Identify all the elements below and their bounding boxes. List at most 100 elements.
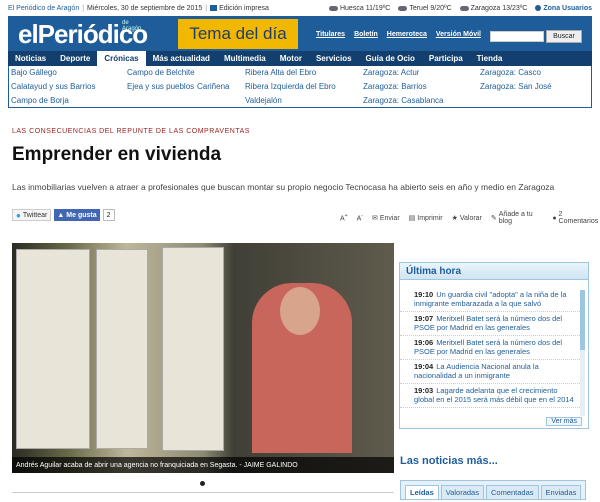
- print-button[interactable]: ▤ Imprimir: [409, 214, 443, 223]
- main-nav: Noticias Deporte Crónicas Más actualidad…: [8, 51, 592, 66]
- facebook-label: Me gusta: [66, 211, 97, 219]
- scrollbar[interactable]: [580, 290, 585, 416]
- boletin-link[interactable]: Boletín: [354, 31, 378, 38]
- cloud-icon: [398, 5, 408, 11]
- search-input[interactable]: [490, 31, 544, 42]
- comments-link[interactable]: ● 2 Comentarios: [552, 211, 600, 225]
- text-decrease-icon[interactable]: A-: [357, 213, 363, 222]
- facebook-like-button[interactable]: ▲ Me gusta: [54, 209, 100, 221]
- user-zone-link[interactable]: Zona Usuarios: [535, 5, 592, 12]
- search-button[interactable]: Buscar: [546, 30, 582, 43]
- text-increase-icon[interactable]: A+: [340, 213, 348, 222]
- weather-huesca[interactable]: Huesca 11/19ºC: [328, 4, 391, 12]
- date-text: Miércoles, 30 de septiembre de 2015: [87, 4, 203, 12]
- subnav-link[interactable]: Ribera Alta del Ebro: [245, 68, 316, 77]
- list-item[interactable]: 19:04 La Audiencia Nacional anula la naci…: [400, 362, 580, 384]
- version-movil-link[interactable]: Versión Móvil: [436, 31, 481, 38]
- subnav-link[interactable]: Zaragoza: Barrios: [363, 82, 427, 91]
- news-time: 19:04: [414, 362, 434, 371]
- rate-button[interactable]: ★ Valorar: [451, 214, 482, 223]
- tab-leidas[interactable]: Leídas: [405, 485, 439, 499]
- titulares-link[interactable]: Titulares: [316, 31, 345, 38]
- nav-item-tienda[interactable]: Tienda: [470, 51, 510, 66]
- send-button[interactable]: ✉ Enviar: [371, 214, 400, 223]
- subnav-link[interactable]: Campo de Borja: [11, 96, 69, 105]
- ultima-hora-box: Última hora 19:10 Un guardia civil "adopt…: [399, 262, 589, 429]
- hemeroteca-link[interactable]: Hemeroteca: [387, 31, 427, 38]
- thumbs-up-icon: ▲: [57, 211, 65, 219]
- nav-item-guia-ocio[interactable]: Guía de Ocio: [359, 51, 422, 66]
- news-text: Meritxell Batet será la número dos del P…: [414, 314, 563, 332]
- photo-listing-panel: [16, 249, 90, 449]
- list-item[interactable]: 19:03 Lagarde adelanta que el crecimiento…: [400, 386, 580, 408]
- twitter-button[interactable]: ● Twittear: [12, 209, 52, 221]
- subnav-link[interactable]: Cariñena: [197, 82, 229, 91]
- subnav-link[interactable]: Campo de Belchite: [127, 68, 195, 77]
- tema-del-dia-button[interactable]: Tema del día: [178, 19, 298, 49]
- nav-item-deporte[interactable]: Deporte: [53, 51, 97, 66]
- weather-city: Huesca: [339, 4, 364, 12]
- ver-mas-button[interactable]: Ver más: [546, 417, 582, 426]
- separator: |: [82, 4, 85, 12]
- twitter-icon: ●: [16, 210, 21, 220]
- subnav-link[interactable]: Ejea y sus pueblos: [127, 82, 194, 91]
- subnav-link[interactable]: Zaragoza: Casablanca: [363, 96, 444, 105]
- noticias-mas-tabs: Leídas Valoradas Comentadas Enviadas: [400, 480, 586, 500]
- scrollbar-thumb[interactable]: [580, 290, 585, 350]
- facebook-count: 2: [102, 209, 115, 221]
- list-item[interactable]: 19:07 Meritxell Batet será la número dos …: [400, 314, 580, 336]
- news-time: 19:07: [414, 314, 434, 323]
- mail-icon: ✉: [371, 215, 378, 222]
- subnav-link[interactable]: Calatayud y sus Barrios: [11, 82, 95, 91]
- weather-city: Zaragoza: [470, 4, 501, 12]
- photo-person-head: [280, 287, 320, 335]
- nav-item-multimedia[interactable]: Multimedia: [217, 51, 273, 66]
- user-zone-label: Zona Usuarios: [543, 4, 592, 12]
- nav-item-mas-actualidad[interactable]: Más actualidad: [146, 51, 217, 66]
- nav-item-participa[interactable]: Participa: [422, 51, 470, 66]
- weather-temps: 11/19ºC: [365, 4, 391, 12]
- subnav-link[interactable]: Zaragoza: Casco: [480, 68, 541, 77]
- news-time: 19:10: [414, 290, 434, 299]
- rate-label: Valorar: [459, 214, 482, 222]
- article-lead: Las inmobiliarias vuelven a atraer a pro…: [12, 182, 555, 192]
- list-item[interactable]: 19:10 Un guardia civil "adopta" a la niña…: [400, 290, 580, 312]
- top-bar: El Periódico de Aragón | Miércoles, 30 d…: [0, 0, 600, 16]
- carousel-dot[interactable]: [200, 481, 205, 486]
- edicion-impresa-link[interactable]: Edición impresa: [219, 5, 269, 12]
- subnav-link[interactable]: Bajo Gállego: [11, 68, 57, 77]
- tab-valoradas[interactable]: Valoradas: [440, 485, 484, 499]
- site-logo[interactable]: elPeriódico de Aragón: [18, 19, 148, 50]
- nav-item-servicios[interactable]: Servicios: [309, 51, 359, 66]
- masthead: elPeriódico de Aragón Tema del día Titul…: [8, 16, 592, 51]
- weather-zaragoza[interactable]: Zaragoza 13/23ºC: [459, 4, 527, 12]
- news-text: Lagarde adelanta que el crecimiento glob…: [414, 386, 574, 404]
- nav-item-cronicas[interactable]: Crónicas: [97, 51, 146, 66]
- list-item[interactable]: 19:06 Meritxell Batet será la número dos …: [400, 338, 580, 360]
- nav-item-motor[interactable]: Motor: [273, 51, 309, 66]
- article-tools: A+ A- ✉ Enviar ▤ Imprimir ★ Valorar ✎ Añade …: [340, 211, 600, 225]
- subnav-link[interactable]: Ribera Izquierda del Ebro: [245, 82, 336, 91]
- subnav-link[interactable]: Zaragoza: San José: [480, 82, 552, 91]
- nav-item-noticias[interactable]: Noticias: [8, 51, 53, 66]
- photo-caption: Andrés Aguilar acaba de abrir una agenci…: [12, 457, 394, 473]
- social-bar: ● Twittear ▲ Me gusta 2: [12, 209, 115, 221]
- subnav-link[interactable]: Zaragoza: Actur: [363, 68, 419, 77]
- add-blog-button[interactable]: ✎ Añade a tu blog: [491, 211, 543, 225]
- site-name-link[interactable]: El Periódico de Aragón: [8, 5, 79, 12]
- subnav-link[interactable]: Valdejalón: [245, 96, 282, 105]
- logo-subtitle: de Aragón: [122, 20, 142, 32]
- tab-enviadas[interactable]: Enviadas: [540, 485, 582, 499]
- pencil-icon: ✎: [490, 215, 497, 222]
- star-icon: ★: [451, 215, 458, 222]
- send-label: Enviar: [379, 214, 400, 222]
- add-blog-label: Añade a tu blog: [498, 211, 533, 225]
- article-photo[interactable]: [12, 243, 394, 473]
- article-kicker: LAS CONSECUENCIAS DEL REPUNTE DE LAS COM…: [12, 128, 250, 135]
- weather-city: Teruel: [409, 4, 429, 12]
- weather-teruel[interactable]: Teruel 9/20ºC: [398, 4, 452, 12]
- cloud-icon: [328, 5, 338, 11]
- ultima-hora-title: Última hora: [400, 263, 588, 280]
- tab-comentadas[interactable]: Comentadas: [485, 485, 539, 499]
- weather-temps: 9/20ºC: [430, 4, 452, 12]
